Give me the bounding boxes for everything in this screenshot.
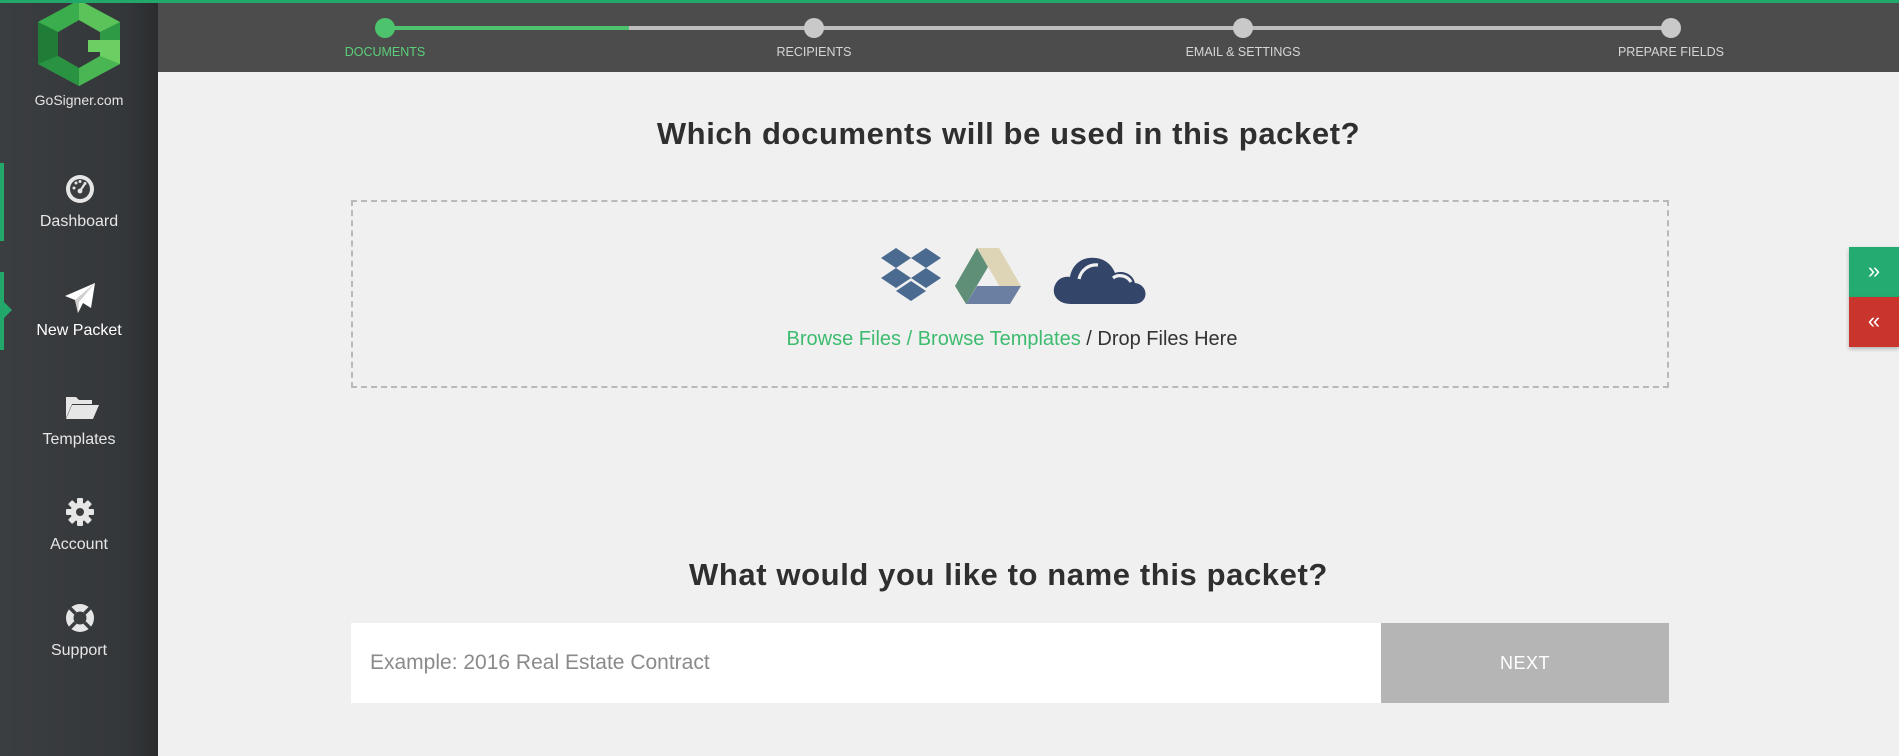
dashboard-gauge-icon: [64, 173, 96, 205]
sidebar-item-templates[interactable]: Templates: [0, 381, 158, 459]
google-drive-icon[interactable]: [955, 248, 1021, 306]
step-dot: [804, 18, 824, 38]
step-label: PREPARE FIELDS: [1617, 45, 1725, 59]
main-content: Which documents will be used in this pac…: [158, 72, 1899, 756]
sidebar-item-label: Support: [50, 642, 108, 659]
sidebar-item-label: Dashboard: [39, 213, 119, 230]
sidebar-item-account[interactable]: Account: [0, 486, 158, 564]
double-chevron-left-icon: «: [1867, 308, 1881, 333]
sidebar-item-label: Account: [50, 536, 108, 553]
gear-icon: [64, 496, 96, 528]
collapse-panel-button[interactable]: «: [1849, 297, 1899, 347]
documents-question: Which documents will be used in this pac…: [656, 116, 1361, 151]
step-label: RECIPIENTS: [776, 45, 852, 59]
sidebar: GoSigner.com Dashboard New Packet Templa…: [0, 0, 158, 756]
step-documents[interactable]: DOCUMENTS: [275, 0, 495, 72]
step-label: DOCUMENTS: [344, 45, 426, 59]
step-dot: [375, 18, 395, 38]
paper-plane-icon: [64, 282, 96, 314]
top-accent-bar: [0, 0, 1899, 3]
step-prepare-fields[interactable]: PREPARE FIELDS: [1561, 0, 1781, 72]
drop-instructions: Browse Files / Browse Templates / Drop F…: [353, 328, 1671, 351]
browse-files-link[interactable]: Browse Files: [787, 328, 901, 350]
packet-name-row: NEXT: [351, 623, 1669, 703]
sidebar-item-support[interactable]: Support: [0, 592, 158, 670]
next-button[interactable]: NEXT: [1381, 623, 1669, 703]
sidebar-item-dashboard[interactable]: Dashboard: [0, 163, 158, 241]
progress-stepper: DOCUMENTS RECIPIENTS EMAIL & SETTINGS PR…: [158, 0, 1899, 72]
logo[interactable]: GoSigner.com: [0, 0, 158, 120]
drop-files-text: / Drop Files Here: [1080, 328, 1238, 350]
step-dot: [1233, 18, 1253, 38]
step-dot: [1661, 18, 1681, 38]
dropbox-icon[interactable]: [880, 248, 942, 304]
provider-icons: [353, 248, 1671, 308]
sidebar-item-new-packet[interactable]: New Packet: [0, 272, 158, 350]
life-ring-icon: [64, 602, 96, 634]
step-label: EMAIL & SETTINGS: [1185, 45, 1301, 59]
packet-name-input[interactable]: [351, 623, 1381, 703]
sidebar-item-label: Templates: [42, 431, 116, 448]
browse-templates-link[interactable]: Browse Templates: [918, 328, 1081, 350]
step-email-settings[interactable]: EMAIL & SETTINGS: [1133, 0, 1353, 72]
double-chevron-right-icon: »: [1867, 258, 1881, 283]
folder-open-icon: [64, 391, 99, 423]
step-recipients[interactable]: RECIPIENTS: [704, 0, 924, 72]
expand-panel-button[interactable]: »: [1849, 247, 1899, 297]
gosigner-logo-icon: [38, 0, 120, 86]
link-separator: /: [901, 328, 918, 350]
onedrive-cloud-icon[interactable]: [1051, 248, 1147, 306]
sidebar-item-label: New Packet: [36, 322, 122, 339]
naming-question: What would you like to name this packet?: [689, 557, 1328, 592]
file-dropzone[interactable]: Browse Files / Browse Templates / Drop F…: [351, 200, 1669, 388]
brand-name: GoSigner.com: [34, 92, 124, 108]
